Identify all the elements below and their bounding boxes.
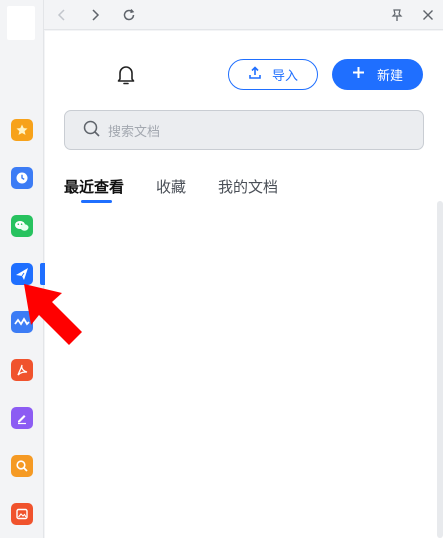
- document-tabs: 最近查看 收藏 我的文档: [64, 176, 278, 206]
- title-bar: [44, 0, 443, 30]
- chevron-right-icon[interactable]: [87, 7, 103, 23]
- active-tab-underline: [81, 200, 112, 203]
- chevron-left-icon[interactable]: [54, 7, 70, 23]
- upload-icon: [248, 65, 262, 84]
- search-input[interactable]: 搜索文档: [64, 110, 424, 150]
- star-icon[interactable]: [11, 119, 33, 141]
- pen-icon[interactable]: [11, 407, 33, 429]
- scrollbar[interactable]: [437, 201, 443, 538]
- avatar[interactable]: [7, 6, 35, 40]
- new-button[interactable]: 新建: [332, 59, 423, 90]
- tab-my-documents[interactable]: 我的文档: [218, 176, 278, 206]
- import-label: 导入: [271, 69, 298, 84]
- left-rail: [0, 0, 45, 538]
- main-panel: 导入 新建 搜索文档 最近查看 收藏 我的文档: [45, 31, 443, 538]
- wechat-icon[interactable]: [11, 215, 33, 237]
- search-icon: [83, 120, 100, 141]
- pdf-icon[interactable]: [11, 359, 33, 381]
- clock-icon[interactable]: [11, 167, 33, 189]
- bell-icon[interactable]: [116, 64, 136, 86]
- close-icon[interactable]: [420, 7, 436, 23]
- pin-icon[interactable]: [389, 7, 405, 23]
- tab-favorites[interactable]: 收藏: [156, 176, 186, 206]
- app-window: 导入 新建 搜索文档 最近查看 收藏 我的文档: [0, 0, 443, 538]
- refresh-icon[interactable]: [121, 7, 137, 23]
- pointer-arrow-icon: [22, 282, 87, 347]
- magnifier-icon[interactable]: [11, 455, 33, 477]
- new-label: 新建: [376, 69, 403, 84]
- image-icon[interactable]: [11, 503, 33, 525]
- plus-icon: [352, 66, 365, 83]
- search-placeholder: 搜索文档: [108, 124, 161, 140]
- import-button[interactable]: 导入: [228, 59, 318, 90]
